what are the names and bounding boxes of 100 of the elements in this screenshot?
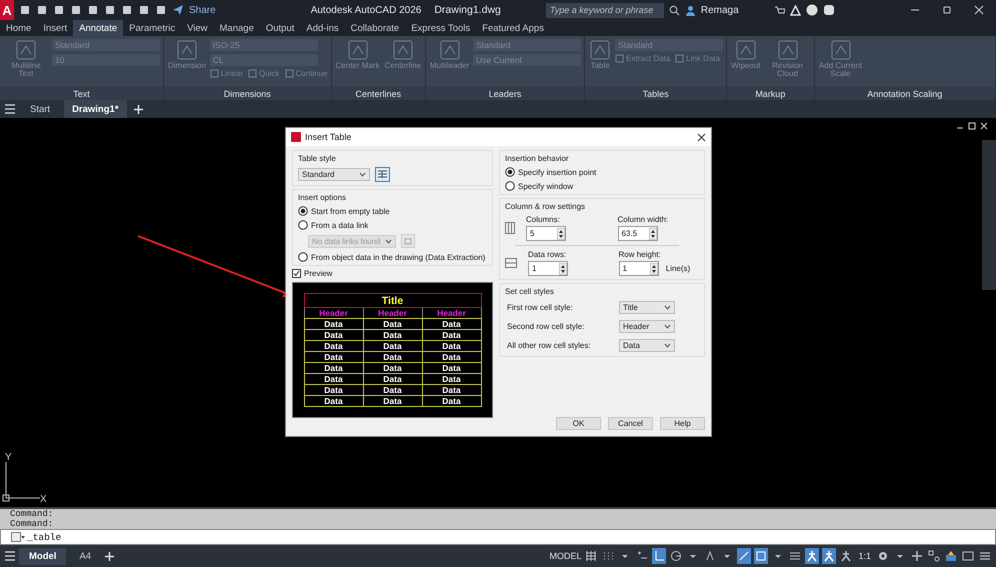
annotation-icon-toggle[interactable] — [822, 548, 836, 564]
plus-icon[interactable] — [132, 104, 144, 114]
ribbon-tab[interactable]: Featured Apps — [476, 20, 550, 36]
plus-icon-toggle[interactable] — [910, 548, 924, 564]
preview-cell: Data — [363, 352, 422, 362]
command-line: Command: — [10, 519, 54, 529]
dialog-button[interactable]: OK — [556, 417, 601, 430]
ribbon-tab[interactable]: Add-ins — [300, 20, 345, 36]
number-spinner[interactable]: 1 — [528, 261, 568, 276]
search-icon[interactable] — [668, 4, 680, 16]
chevron-icon[interactable] — [664, 305, 671, 310]
command-input[interactable]: _table — [0, 529, 996, 545]
ribbon-tab[interactable]: Output — [260, 20, 300, 36]
menu-icon[interactable] — [4, 104, 16, 114]
chevron-icon[interactable] — [664, 324, 671, 329]
spinner-arrows-icon[interactable] — [648, 228, 656, 240]
user-icon[interactable] — [684, 4, 696, 16]
user-name[interactable]: Remaga — [700, 4, 739, 16]
number-spinner[interactable]: 63.5 — [618, 226, 658, 241]
model-space-button[interactable]: MODEL — [549, 551, 582, 561]
ribbon-tab[interactable]: Parametric — [123, 20, 182, 36]
spinner-arrows-icon[interactable] — [650, 262, 658, 274]
checkbox[interactable] — [292, 269, 301, 278]
annotation-icon-toggle[interactable] — [805, 548, 820, 564]
preview-cell: Data — [422, 352, 481, 362]
panel-title[interactable]: Tables — [585, 87, 726, 100]
dialog-button[interactable]: Help — [660, 417, 705, 430]
number-spinner[interactable]: 5 — [526, 226, 566, 241]
tracking-icon-toggle[interactable] — [737, 548, 752, 564]
radio-button[interactable] — [298, 220, 308, 230]
cart-icon[interactable] — [774, 4, 785, 16]
app-icon — [291, 132, 301, 142]
ribbon-tab[interactable]: View — [181, 20, 214, 36]
radio-option[interactable]: From object data in the drawing (Data Extraction) — [298, 252, 487, 262]
ribbon-tab[interactable]: Manage — [214, 20, 260, 36]
file-tab[interactable]: Start — [22, 100, 58, 118]
ortho-icon-toggle[interactable] — [652, 548, 666, 564]
grid-icon-toggle[interactable] — [584, 548, 598, 564]
annotation-scale[interactable]: 1:1 — [856, 551, 873, 561]
ribbon-tab[interactable]: Annotate — [73, 20, 124, 36]
triangle-icon[interactable] — [790, 4, 801, 16]
radio-option[interactable]: Specify insertion point — [505, 167, 699, 177]
cell-style-dropdown[interactable]: Title — [619, 301, 675, 314]
preview-cell: Data — [363, 340, 422, 352]
radio-option[interactable]: From a data link — [298, 220, 487, 230]
ribbon-tab[interactable]: Collaborate — [344, 20, 406, 36]
spinner-arrows-icon[interactable] — [557, 228, 565, 240]
preview-cell: Data — [363, 362, 422, 374]
osnap-icon-toggle[interactable] — [754, 548, 768, 564]
annotation-icon — [839, 549, 854, 563]
chevron-icon[interactable] — [359, 172, 366, 177]
dialog-button[interactable]: Cancel — [608, 417, 653, 430]
panel-title[interactable]: Centerlines — [332, 87, 425, 100]
tool-icon — [675, 54, 684, 63]
panel-title[interactable]: Dimensions — [164, 87, 331, 100]
radio-button[interactable] — [505, 167, 515, 177]
radio-button[interactable] — [298, 206, 308, 216]
restore-icon[interactable] — [968, 122, 976, 130]
polar-icon-toggle[interactable] — [669, 548, 684, 564]
radio-option[interactable]: Start from empty table — [298, 206, 487, 216]
radio-option[interactable]: Specify window — [505, 181, 699, 191]
panel-title[interactable]: Text — [0, 87, 163, 100]
isolate-icon-toggle[interactable] — [927, 548, 941, 564]
group-label: Column & row settings — [505, 202, 586, 211]
number-spinner[interactable]: 1 — [618, 261, 658, 276]
tool-icon — [284, 69, 294, 78]
table-style-icon[interactable] — [375, 167, 390, 182]
preview-cell: Data — [422, 384, 481, 396]
chevron-icon[interactable] — [664, 343, 671, 348]
panel-title[interactable]: Annotation Scaling — [814, 87, 995, 100]
radio-button[interactable] — [505, 181, 515, 191]
preview-checkbox[interactable]: Preview — [292, 269, 493, 278]
restore-icon[interactable] — [942, 5, 952, 15]
table-style-dropdown[interactable]: Standard — [298, 168, 370, 181]
columns-icon — [505, 222, 515, 234]
group-label: Table style — [298, 154, 337, 163]
ribbon-tab[interactable]: Insert — [37, 20, 74, 36]
search-field[interactable]: Type a keyword or phrase — [546, 2, 664, 18]
preview-cell: Data — [422, 396, 481, 406]
spinner-arrows-icon[interactable] — [559, 262, 567, 274]
plus-icon[interactable] — [104, 550, 116, 562]
close-icon[interactable] — [697, 132, 706, 142]
cell-style-dropdown[interactable]: Header — [619, 320, 675, 333]
annotation-icon-toggle[interactable] — [839, 548, 854, 564]
panel-title[interactable]: Markup — [727, 87, 814, 100]
radio-button[interactable] — [298, 252, 308, 262]
tool-icon — [176, 39, 198, 61]
layout-tab[interactable]: Model — [19, 548, 66, 564]
cell-style-dropdown[interactable]: Data — [619, 339, 675, 352]
ribbon-tab[interactable]: Home — [0, 20, 38, 36]
preview-cell: Data — [422, 362, 481, 374]
send-icon[interactable] — [172, 4, 184, 16]
app-logo[interactable]: A — [0, 0, 14, 20]
layout-tab[interactable]: A4 — [69, 548, 102, 564]
panel-title[interactable]: Leaders — [426, 87, 584, 100]
file-tab[interactable]: Drawing1* — [64, 100, 127, 118]
menu-icon[interactable] — [4, 551, 16, 561]
share-link[interactable]: Share — [189, 4, 216, 16]
drawing-canvas[interactable] — [0, 118, 996, 507]
ribbon-tab[interactable]: Express Tools — [405, 20, 476, 36]
